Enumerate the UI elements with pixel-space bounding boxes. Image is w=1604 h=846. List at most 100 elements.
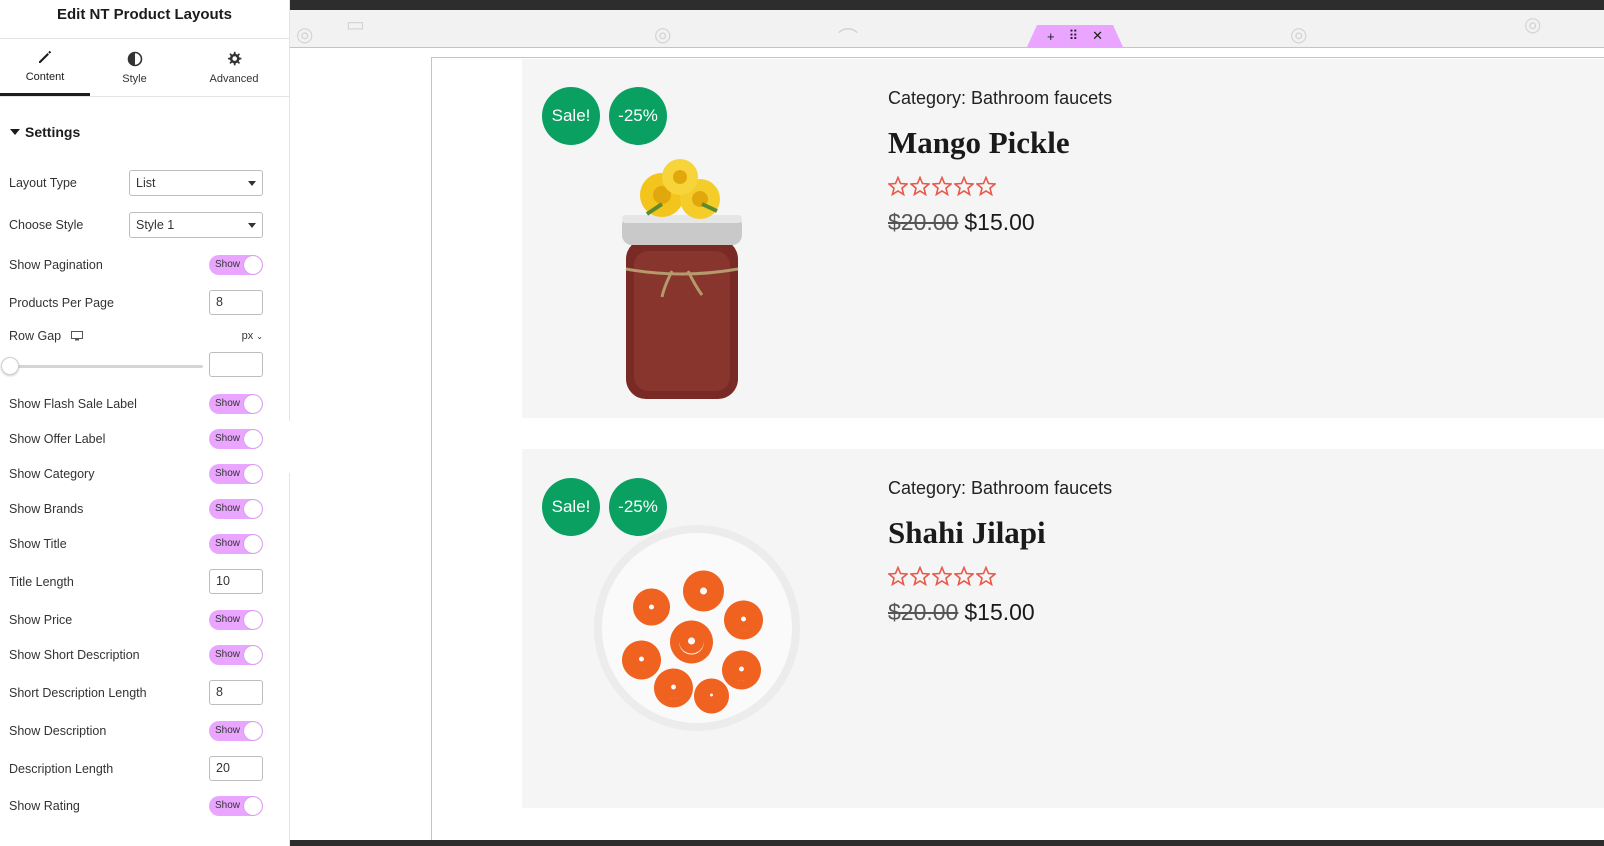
bulb-doodle-icon: ⌒	[838, 28, 858, 47]
show-pagination-toggle[interactable]: Show	[209, 255, 263, 275]
row-gap-input-wrap	[209, 352, 263, 377]
toggle-knob	[244, 395, 262, 413]
show-category-toggle[interactable]: Show	[209, 464, 263, 484]
handle-buttons: + ⠿ ✕	[1027, 25, 1123, 47]
unit-value: px	[241, 330, 254, 342]
coin-doodle-icon: ◎	[296, 24, 314, 46]
show-offer-control: Show Offer Label Show	[9, 429, 263, 449]
tab-content-label: Content	[25, 71, 65, 83]
show-price-control: Show Price Show	[9, 610, 263, 630]
coin-doodle-icon: ◎	[1524, 14, 1542, 36]
chevron-down-icon: ⌄	[256, 331, 263, 341]
layout-type-value: List	[136, 176, 156, 190]
gear-icon	[228, 51, 242, 65]
show-flash-sale-toggle[interactable]: Show	[209, 394, 263, 414]
show-short-desc-toggle[interactable]: Show	[209, 645, 263, 665]
products-per-page-input[interactable]: 8	[209, 290, 263, 315]
header-band: ◎ ▭ ◎ ⌒ ◎ ◎	[290, 10, 1604, 47]
coin-doodle-icon: ◎	[1290, 24, 1308, 46]
product-category[interactable]: Category: Bathroom faucets	[888, 478, 1112, 499]
settings-section-title: Settings	[25, 124, 81, 140]
tab-style[interactable]: Style	[90, 39, 179, 96]
title-length-input[interactable]: 10	[209, 569, 263, 594]
show-rating-toggle[interactable]: Show	[209, 796, 263, 816]
toggle-knob	[244, 535, 262, 553]
desc-length-control: Description Length 20	[9, 756, 263, 781]
toggle-label: Show	[215, 433, 241, 444]
star-empty-icon	[888, 176, 908, 196]
caret-down-icon	[10, 129, 20, 135]
product-image-shahi-jilapi[interactable]	[592, 523, 802, 733]
section-handle: + ⠿ ✕	[1027, 25, 1123, 47]
preview-canvas: ◎ ▭ ◎ ⌒ ◎ ◎ + ⠿ ✕ Sale! -25% Category: B…	[290, 0, 1604, 846]
choose-style-value: Style 1	[136, 218, 175, 232]
choose-style-select[interactable]: Style 1	[129, 212, 263, 238]
show-short-desc-label: Show Short Description	[9, 648, 140, 662]
pencil-icon	[39, 50, 52, 63]
product-title[interactable]: Mango Pickle	[888, 125, 1070, 161]
tab-advanced[interactable]: Advanced	[179, 39, 289, 96]
show-price-toggle[interactable]: Show	[209, 610, 263, 630]
add-section-button[interactable]: +	[1047, 29, 1055, 44]
star-empty-icon	[888, 566, 908, 586]
toggle-knob	[244, 465, 262, 483]
panel-header: Edit NT Product Layouts	[0, 0, 289, 39]
toggle-knob	[244, 797, 262, 815]
dropdown-arrow-icon	[248, 222, 256, 228]
tab-content[interactable]: Content	[0, 39, 90, 96]
product-card[interactable]: Sale! -25% Category: Bathroom faucets Ma…	[522, 59, 1604, 418]
row-gap-slider-handle[interactable]	[1, 357, 19, 375]
product-card[interactable]: Sale! -25% Category: Bathroom faucets Sh…	[522, 449, 1604, 808]
show-rating-control: Show Rating Show	[9, 796, 263, 816]
short-desc-length-label: Short Description Length	[9, 685, 147, 700]
toggle-knob	[244, 256, 262, 274]
unit-selector[interactable]: px ⌄	[242, 330, 263, 342]
half-circle-icon	[127, 51, 142, 66]
toggle-label: Show	[215, 398, 241, 409]
panel-tabs: Content Style Advanced	[0, 39, 289, 97]
star-empty-icon	[976, 566, 996, 586]
products-per-page-control: Products Per Page 8	[9, 290, 263, 315]
show-title-toggle[interactable]: Show	[209, 534, 263, 554]
banknote-doodle-icon: ▭	[346, 14, 365, 36]
short-desc-length-input[interactable]: 8	[209, 680, 263, 705]
toggle-knob	[244, 500, 262, 518]
title-length-control: Title Length 10	[9, 569, 263, 594]
sale-badge: Sale!	[542, 87, 600, 145]
bottom-dark-bar	[290, 840, 1604, 846]
toggle-label: Show	[215, 725, 241, 736]
star-empty-icon	[932, 566, 952, 586]
drag-handle-icon[interactable]: ⠿	[1069, 28, 1079, 44]
desktop-icon[interactable]	[71, 331, 84, 341]
row-gap-label-wrap: Row Gap	[9, 329, 84, 343]
old-price: $20.00	[888, 599, 959, 625]
row-gap-slider-track[interactable]	[9, 365, 203, 368]
toggle-label: Show	[215, 614, 241, 625]
show-brands-label: Show Brands	[9, 502, 84, 516]
star-empty-icon	[954, 176, 974, 196]
product-image-mango-pickle[interactable]	[602, 119, 762, 404]
panel-title: Edit NT Product Layouts	[56, 6, 232, 23]
layout-type-select[interactable]: List	[129, 170, 263, 196]
delete-section-button[interactable]: ✕	[1092, 28, 1103, 44]
star-empty-icon	[954, 566, 974, 586]
show-desc-toggle[interactable]: Show	[209, 721, 263, 741]
product-category[interactable]: Category: Bathroom faucets	[888, 88, 1112, 109]
desc-length-input[interactable]: 20	[209, 756, 263, 781]
title-length-label: Title Length	[9, 574, 74, 589]
star-empty-icon	[976, 176, 996, 196]
product-price: $20.00 $15.00	[888, 209, 1035, 236]
toggle-knob	[244, 722, 262, 740]
settings-section-toggle[interactable]: Settings	[0, 124, 289, 140]
show-brands-toggle[interactable]: Show	[209, 499, 263, 519]
toggle-label: Show	[215, 259, 241, 270]
star-empty-icon	[910, 176, 930, 196]
product-title[interactable]: Shahi Jilapi	[888, 515, 1046, 551]
show-short-desc-control: Show Short Description Show	[9, 645, 263, 665]
show-flash-sale-label: Show Flash Sale Label	[9, 397, 137, 411]
star-empty-icon	[932, 176, 952, 196]
show-brands-control: Show Brands Show	[9, 499, 263, 519]
show-offer-toggle[interactable]: Show	[209, 429, 263, 449]
row-gap-input[interactable]	[209, 352, 263, 377]
editor-panel: Edit NT Product Layouts Content Style Ad…	[0, 0, 290, 846]
